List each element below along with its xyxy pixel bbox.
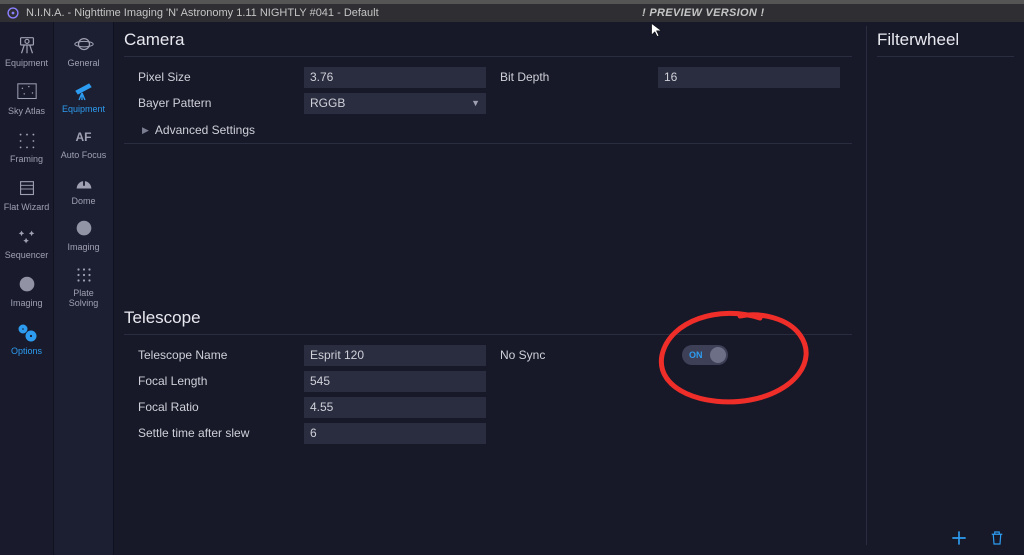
planet-icon — [71, 34, 97, 56]
stars-icon — [14, 82, 40, 104]
preview-banner: ! PREVIEW VERSION ! — [642, 7, 764, 19]
label-no-sync: No Sync — [486, 348, 658, 362]
nav-equipment[interactable]: Equipment — [4, 30, 50, 72]
right-panel: Filterwheel — [866, 26, 1014, 545]
nav-label: Equipment — [62, 104, 105, 114]
nav-label: Equipment — [5, 58, 48, 68]
frame-dots-icon — [14, 130, 40, 152]
label-settle-time: Settle time after slew — [124, 426, 304, 440]
nav-label: Sky Atlas — [8, 106, 45, 116]
nav-label: Imaging — [67, 242, 99, 252]
subnav-platesolving[interactable]: Plate Solving — [61, 260, 107, 312]
row-settle-time: Settle time after slew — [124, 421, 852, 445]
globe-icon — [14, 274, 40, 296]
wand-stars-icon — [14, 226, 40, 248]
subnav-dome[interactable]: Dome — [61, 168, 107, 210]
section-title-filterwheel: Filterwheel — [877, 26, 1014, 57]
camera-tripod-icon — [14, 34, 40, 56]
input-telescope-name[interactable] — [304, 345, 486, 366]
toggle-no-sync[interactable]: ON — [682, 345, 728, 365]
nav-sequencer[interactable]: Sequencer — [4, 222, 50, 264]
label-bit-depth: Bit Depth — [486, 70, 658, 84]
nav-label: General — [67, 58, 99, 68]
row-focal-length: Focal Length — [124, 369, 852, 393]
delete-button[interactable] — [986, 527, 1008, 549]
subnav-general[interactable]: General — [61, 30, 107, 72]
nav-options[interactable]: Options — [4, 318, 50, 360]
subnav-autofocus[interactable]: AF Auto Focus — [61, 122, 107, 164]
af-icon: AF — [71, 126, 97, 148]
row-pixel-size: Pixel Size Bit Depth — [124, 65, 852, 89]
nav-skyatlas[interactable]: Sky Atlas — [4, 78, 50, 120]
combo-bayer-value: RGGB — [310, 96, 345, 110]
grid-icon — [71, 264, 97, 286]
triangle-right-icon: ▶ — [142, 125, 149, 136]
secondary-sidebar: General Equipment AF Auto Focus Dome Ima… — [54, 22, 114, 555]
add-button[interactable] — [948, 527, 970, 549]
expander-label: Advanced Settings — [155, 123, 255, 137]
toggle-no-sync-text: ON — [689, 350, 703, 360]
label-focal-ratio: Focal Ratio — [124, 400, 304, 414]
nav-imaging[interactable]: Imaging — [4, 270, 50, 312]
row-bayer-pattern: Bayer Pattern RGGB ▼ — [124, 91, 852, 115]
input-bit-depth[interactable] — [658, 67, 840, 88]
row-telescope-name: Telescope Name No Sync ON — [124, 343, 852, 367]
label-pixel-size: Pixel Size — [124, 70, 304, 84]
subnav-equipment[interactable]: Equipment — [61, 76, 107, 118]
row-focal-ratio: Focal Ratio — [124, 395, 852, 419]
chevron-down-icon: ▼ — [471, 98, 480, 108]
combo-bayer-pattern[interactable]: RGGB ▼ — [304, 93, 486, 114]
nav-label: Sequencer — [5, 250, 49, 260]
nav-label: Options — [11, 346, 42, 356]
nav-label: Flat Wizard — [4, 202, 50, 212]
input-focal-length[interactable] — [304, 371, 486, 392]
input-pixel-size[interactable] — [304, 67, 486, 88]
label-telescope-name: Telescope Name — [124, 348, 304, 362]
input-focal-ratio[interactable] — [304, 397, 486, 418]
input-settle-time[interactable] — [304, 423, 486, 444]
section-title-camera: Camera — [124, 26, 852, 57]
primary-sidebar: Equipment Sky Atlas Framing Flat Wizard … — [0, 22, 54, 555]
dome-icon — [71, 172, 97, 194]
section-title-telescope: Telescope — [124, 304, 852, 335]
subnav-imaging[interactable]: Imaging — [61, 214, 107, 256]
label-focal-length: Focal Length — [124, 374, 304, 388]
nav-framing[interactable]: Framing — [4, 126, 50, 168]
label-bayer-pattern: Bayer Pattern — [124, 96, 304, 110]
toggle-knob — [710, 347, 726, 363]
nav-label: Auto Focus — [61, 150, 107, 160]
nav-label: Imaging — [10, 298, 42, 308]
nav-label: Plate Solving — [61, 288, 107, 308]
app-logo-icon — [6, 6, 20, 20]
gears-icon — [14, 322, 40, 344]
nav-label: Dome — [71, 196, 95, 206]
nav-flatwizard[interactable]: Flat Wizard — [4, 174, 50, 216]
expander-advanced-settings[interactable]: ▶ Advanced Settings — [124, 117, 852, 144]
titlebar: N.I.N.A. - Nighttime Imaging 'N' Astrono… — [0, 0, 1024, 22]
swatch-icon — [14, 178, 40, 200]
telescope-icon — [71, 80, 97, 102]
window-title: N.I.N.A. - Nighttime Imaging 'N' Astrono… — [26, 7, 379, 19]
globe-icon — [71, 218, 97, 240]
right-panel-actions — [948, 527, 1008, 549]
nav-label: Framing — [10, 154, 43, 164]
